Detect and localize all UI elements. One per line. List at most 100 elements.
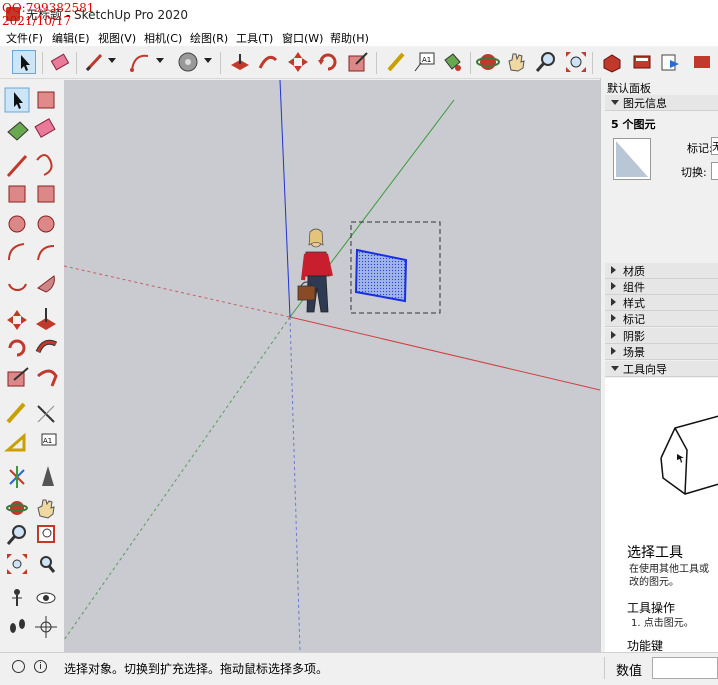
move-tool-button[interactable] — [286, 50, 310, 74]
warehouse-button[interactable] — [600, 50, 624, 74]
left-paint-button[interactable] — [5, 118, 29, 142]
toggle-visibility-icon[interactable] — [711, 162, 718, 180]
left-zoom-window-button[interactable] — [34, 524, 58, 548]
collapse-icon — [611, 100, 619, 105]
watermark-date: 2021/10/17 — [2, 14, 72, 28]
arc-tool-button[interactable] — [128, 50, 152, 74]
scenes-header[interactable]: 场景 — [605, 344, 718, 360]
left-pie-button[interactable] — [34, 272, 58, 296]
left-polygon-button[interactable] — [34, 212, 58, 236]
left-look-around-button[interactable] — [34, 586, 58, 610]
left-make-component-button[interactable] — [34, 88, 58, 112]
pushpull-tool-button[interactable] — [228, 50, 252, 74]
left-previous-button[interactable] — [34, 552, 58, 576]
viewport-scene — [64, 80, 600, 652]
pencil-icon — [85, 53, 103, 72]
left-rectangle-button[interactable] — [5, 182, 29, 206]
menu-camera[interactable]: 相机(C) — [144, 30, 182, 46]
face-material-icon — [616, 141, 648, 177]
zoom-extents-button[interactable] — [564, 50, 588, 74]
menu-help[interactable]: 帮助(H) — [330, 30, 369, 46]
styles-header[interactable]: 样式 — [605, 295, 718, 311]
eraser-tool-button[interactable] — [48, 50, 72, 74]
geolocation-icon[interactable] — [12, 660, 25, 673]
paint-tool-button[interactable] — [440, 50, 464, 74]
components-header[interactable]: 组件 — [605, 279, 718, 295]
left-rotate-button[interactable] — [5, 338, 29, 362]
left-zoom-button[interactable] — [5, 524, 29, 548]
left-pushpull-button[interactable] — [34, 308, 58, 332]
menu-window[interactable]: 窗口(W) — [282, 30, 323, 46]
select-icon — [21, 55, 30, 71]
left-axes-button[interactable] — [5, 464, 29, 488]
left-pan-button[interactable] — [34, 496, 58, 520]
shadows-header[interactable]: 阴影 — [605, 328, 718, 344]
tags-header[interactable]: 标记 — [605, 311, 718, 327]
left-scale-button[interactable] — [5, 368, 29, 392]
left-freehand-button[interactable] — [34, 152, 58, 176]
toggle-label: 切换: — [681, 166, 707, 179]
instructor-title: 选择工具 — [627, 545, 683, 561]
orbit-tool-button[interactable] — [476, 50, 500, 74]
left-orbit-button[interactable] — [5, 496, 29, 520]
scale-tool-button[interactable] — [346, 50, 370, 74]
menu-file[interactable]: 文件(F) — [6, 30, 43, 46]
zoom-tool-button[interactable] — [534, 50, 558, 74]
instructor-header[interactable]: 工具向导 — [605, 361, 718, 377]
measurements-input[interactable] — [652, 657, 718, 679]
text-tool-button[interactable]: A1 — [412, 50, 436, 74]
left-3d-text-button[interactable] — [34, 464, 58, 488]
tag-select[interactable]: 无 — [711, 137, 718, 155]
left-line-button[interactable] — [5, 152, 29, 176]
left-3pt-arc-button[interactable] — [5, 272, 29, 296]
extension-warehouse-button[interactable] — [630, 50, 654, 74]
material-swatch[interactable] — [613, 138, 651, 180]
left-circle-button[interactable] — [5, 212, 29, 236]
left-tape-button[interactable] — [5, 402, 29, 426]
left-select-button[interactable] — [5, 88, 29, 112]
left-2pt-arc-button[interactable] — [34, 242, 58, 266]
left-text-button[interactable] — [34, 432, 58, 456]
left-move-button[interactable] — [5, 308, 29, 332]
dimension-icon — [387, 52, 405, 72]
help-info-icon[interactable]: i — [34, 660, 47, 673]
followme-tool-button[interactable] — [256, 50, 280, 74]
menu-tools[interactable]: 工具(T) — [236, 30, 273, 46]
left-section-plane-button[interactable] — [34, 616, 58, 640]
arc-dropdown-icon[interactable] — [156, 58, 164, 63]
pencil-dropdown-icon[interactable] — [108, 58, 116, 63]
left-followme-button[interactable] — [34, 338, 58, 362]
pencil-tool-button[interactable] — [82, 50, 106, 74]
extension-manager-button[interactable] — [690, 50, 714, 74]
scale-icon — [348, 52, 368, 72]
send-to-layout-button[interactable] — [658, 50, 682, 74]
left-walk-button[interactable] — [5, 616, 29, 640]
default-tray-panel: 默认面板 图元信息 5 个图元 标记: 无 切换: 材质 组件 样式 标记 阴影… — [600, 78, 718, 653]
left-position-camera-button[interactable] — [5, 586, 29, 610]
svg-text:A1: A1 — [422, 56, 431, 64]
rotate-tool-button[interactable] — [316, 50, 340, 74]
tape-tool-button[interactable] — [176, 50, 200, 74]
menu-draw[interactable]: 绘图(R) — [190, 30, 228, 46]
left-protractor-button[interactable] — [5, 432, 29, 456]
red-axis-negative — [64, 265, 291, 318]
select-tool-button[interactable] — [12, 50, 36, 74]
left-eraser-button[interactable] — [34, 118, 58, 142]
left-offset-button[interactable] — [34, 368, 58, 392]
model-viewport[interactable] — [64, 80, 600, 652]
pan-tool-button[interactable] — [504, 50, 528, 74]
menu-edit[interactable]: 编辑(E) — [52, 30, 90, 46]
instructor-desc-line2: 改的图元。 — [629, 577, 679, 588]
entity-info-header[interactable]: 图元信息 — [605, 95, 718, 111]
menu-view[interactable]: 视图(V) — [98, 30, 136, 46]
left-arc-button[interactable] — [5, 242, 29, 266]
left-dimension-button[interactable] — [34, 402, 58, 426]
blue-axis-positive — [279, 80, 291, 318]
left-rotated-rectangle-button[interactable] — [34, 182, 58, 206]
instructor-ops-item: 1. 点击图元。 — [631, 618, 694, 629]
materials-header[interactable]: 材质 — [605, 263, 718, 279]
left-zoom-extents-button[interactable] — [5, 552, 29, 576]
tray-title: 默认面板 — [607, 82, 651, 95]
tape-dropdown-icon[interactable] — [204, 58, 212, 63]
dimension-tool-button[interactable] — [384, 50, 408, 74]
